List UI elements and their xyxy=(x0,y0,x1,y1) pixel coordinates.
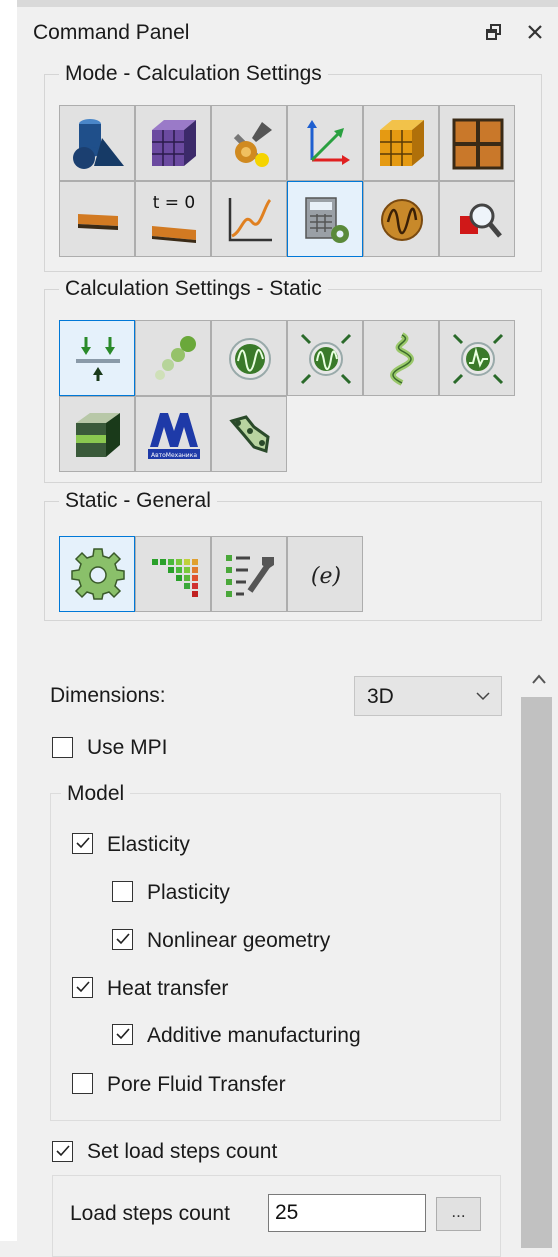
use-mpi-label: Use MPI xyxy=(87,736,168,759)
initial-state-label: t = 0 xyxy=(153,193,196,213)
general-settings-button[interactable] xyxy=(59,536,135,612)
dimensions-label: Dimensions: xyxy=(50,684,166,707)
expression-icon: (e) xyxy=(311,564,341,589)
left-window-edge xyxy=(0,0,17,1241)
results-inspect-icon xyxy=(460,203,502,238)
heat-transfer-label: Heat transfer xyxy=(107,977,229,1000)
buckling-spheres-icon xyxy=(155,336,196,380)
frame-grid-button[interactable] xyxy=(439,105,515,181)
dimensions-value: 3D xyxy=(367,685,394,708)
elasticity-checkbox[interactable] xyxy=(72,833,93,854)
additive-manufacturing-checkbox[interactable] xyxy=(112,1024,133,1045)
chain-link-button[interactable] xyxy=(211,396,287,472)
group-title: Model xyxy=(61,782,131,806)
pore-fluid-transfer-label: Pore Fluid Transfer xyxy=(107,1073,286,1096)
check-icon xyxy=(56,1145,70,1157)
coordinate-axes-button[interactable] xyxy=(287,105,363,181)
chain-link-icon xyxy=(229,415,270,453)
chart-curve-button[interactable] xyxy=(211,181,287,257)
panel-title: Command Panel xyxy=(33,21,190,44)
tools-button[interactable] xyxy=(211,105,287,181)
check-icon xyxy=(76,981,90,993)
group-title: Calculation Settings - Static xyxy=(59,277,328,301)
frequency-icon xyxy=(229,338,271,380)
spiral-spring-button[interactable] xyxy=(363,320,439,396)
initial-state-button[interactable]: t = 0 xyxy=(135,181,211,257)
static-load-button[interactable] xyxy=(59,320,135,396)
geometry-primitives-button[interactable] xyxy=(59,105,135,181)
coordinate-axes-icon xyxy=(307,120,350,165)
heatmap-icon xyxy=(152,559,198,597)
browse-button[interactable]: ... xyxy=(436,1197,481,1231)
beam-section-button[interactable] xyxy=(59,181,135,257)
use-mpi-checkbox[interactable] xyxy=(52,737,73,758)
grid-cube-icon xyxy=(380,120,424,166)
set-load-steps-label: Set load steps count xyxy=(87,1140,278,1163)
list-settings-button[interactable] xyxy=(211,536,287,612)
expression-button[interactable]: (e) xyxy=(287,536,363,612)
float-window-icon[interactable] xyxy=(481,19,507,45)
plasticity-label: Plasticity xyxy=(147,881,230,904)
static-load-icon xyxy=(76,337,120,381)
automechanika-label: АвтоМеханика xyxy=(151,452,197,459)
nonlinear-geometry-label: Nonlinear geometry xyxy=(147,929,331,952)
nonlinear-geometry-checkbox[interactable] xyxy=(112,929,133,950)
panel-title-bar: Command Panel xyxy=(17,15,558,49)
frequency-button[interactable] xyxy=(211,320,287,396)
check-icon xyxy=(116,933,130,945)
thermal-block-icon xyxy=(76,413,120,457)
tools-wrench-icon xyxy=(233,122,272,167)
load-steps-count-input[interactable]: 25 xyxy=(268,1194,426,1232)
automechanika-button[interactable]: АвтоМеханика xyxy=(135,396,211,472)
check-icon xyxy=(76,837,90,849)
frequency-loaded-button[interactable] xyxy=(287,320,363,396)
oscillation-button[interactable] xyxy=(363,181,439,257)
heat-transfer-checkbox[interactable] xyxy=(72,977,93,998)
scrollbar-thumb[interactable] xyxy=(521,697,552,1248)
buckling-button[interactable] xyxy=(135,320,211,396)
chart-curve-icon xyxy=(228,198,272,242)
frame-grid-icon xyxy=(452,118,504,170)
grid-cube-button[interactable] xyxy=(363,105,439,181)
expression-label: (e) xyxy=(311,564,341,589)
beam-section-icon xyxy=(78,214,118,230)
heatmap-button[interactable] xyxy=(135,536,211,612)
scroll-up-icon[interactable] xyxy=(529,670,549,690)
set-load-steps-checkbox[interactable] xyxy=(52,1141,73,1162)
gear-settings-icon xyxy=(71,548,125,600)
chevron-down-icon xyxy=(476,692,490,701)
close-icon[interactable] xyxy=(522,19,548,45)
list-settings-icon xyxy=(226,555,274,597)
group-static-general: Static - General (e) xyxy=(44,489,542,621)
automechanika-logo-icon: АвтоМеханика xyxy=(148,413,200,459)
results-inspect-button[interactable] xyxy=(439,181,515,257)
elasticity-label: Elasticity xyxy=(107,833,190,856)
geometry-primitives-icon xyxy=(73,119,124,169)
mesh-cube-button[interactable] xyxy=(135,105,211,181)
frequency-loaded-icon xyxy=(300,333,352,385)
response-spectrum-icon xyxy=(452,333,504,385)
initial-state-icon: t = 0 xyxy=(152,193,196,243)
additive-manufacturing-label: Additive manufacturing xyxy=(147,1024,361,1047)
pore-fluid-transfer-checkbox[interactable] xyxy=(72,1073,93,1094)
oscillation-icon xyxy=(381,199,423,241)
plasticity-checkbox[interactable] xyxy=(112,881,133,902)
group-calculation-settings-static: Calculation Settings - Static АвтоМехани… xyxy=(44,277,542,483)
group-title: Mode - Calculation Settings xyxy=(59,62,328,86)
mesh-cube-icon xyxy=(152,120,196,166)
check-icon xyxy=(116,1028,130,1040)
dimensions-dropdown[interactable]: 3D xyxy=(354,676,502,716)
thermal-block-button[interactable] xyxy=(59,396,135,472)
calculation-settings-icon xyxy=(305,197,349,243)
group-mode-calculation-settings: Mode - Calculation Settings t = 0 xyxy=(44,62,542,272)
load-steps-count-label: Load steps count xyxy=(70,1202,230,1225)
response-spectrum-button[interactable] xyxy=(439,320,515,396)
calculation-settings-button[interactable] xyxy=(287,181,363,257)
command-panel: Command Panel Mode - Calculation Setting… xyxy=(17,7,558,1257)
top-border xyxy=(17,0,558,7)
spiral-spring-icon xyxy=(390,332,414,386)
group-title: Static - General xyxy=(59,489,217,513)
